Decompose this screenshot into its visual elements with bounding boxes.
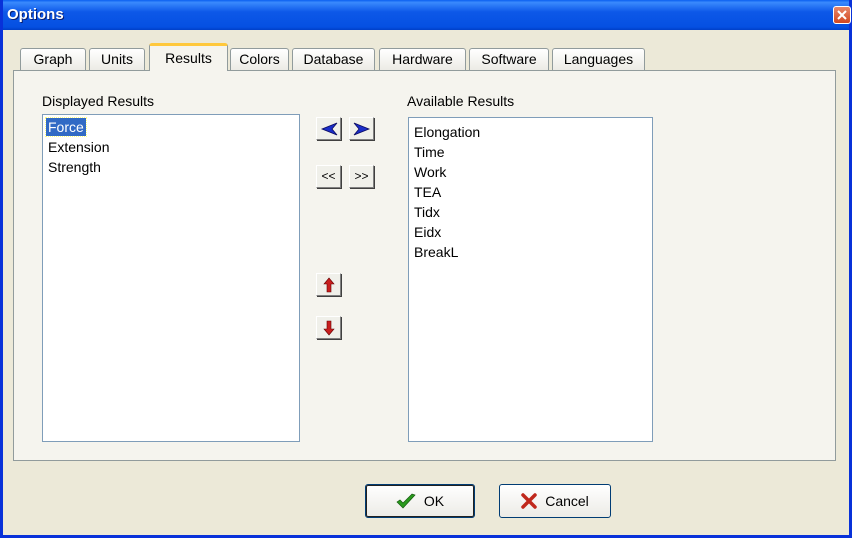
list-item-force[interactable]: Force: [45, 117, 87, 137]
list-item-eidx[interactable]: Eidx: [414, 223, 441, 241]
ok-button[interactable]: OK: [365, 484, 475, 518]
tab-graph[interactable]: Graph: [20, 48, 86, 70]
available-results-label: Available Results: [407, 93, 515, 109]
tab-colors[interactable]: Colors: [230, 48, 289, 70]
ok-label: OK: [423, 493, 445, 509]
tab-units[interactable]: Units: [89, 48, 145, 70]
list-item-tidx[interactable]: Tidx: [414, 203, 440, 221]
tab-languages[interactable]: Languages: [552, 48, 645, 70]
list-item-tea[interactable]: TEA: [414, 183, 441, 201]
list-item-time[interactable]: Time: [414, 143, 445, 161]
tab-database[interactable]: Database: [292, 48, 375, 70]
list-item-work[interactable]: Work: [414, 163, 446, 181]
available-results-list[interactable]: Elongation Time Work TEA Tidx Eidx Break…: [408, 117, 653, 442]
cancel-button[interactable]: Cancel: [499, 484, 611, 518]
list-item-elongation[interactable]: Elongation: [414, 123, 480, 141]
tab-hardware[interactable]: Hardware: [379, 48, 466, 70]
window-title: Options: [7, 6, 64, 23]
displayed-results-label: Displayed Results: [42, 93, 155, 109]
move-down-button[interactable]: [316, 316, 341, 339]
arrow-right-icon: [353, 122, 370, 135]
list-item-strength[interactable]: Strength: [48, 158, 101, 176]
arrow-up-icon: [322, 277, 335, 292]
close-icon: [837, 10, 847, 20]
title-bar[interactable]: Options: [3, 0, 851, 30]
list-item-breakl[interactable]: BreakL: [414, 243, 458, 261]
arrow-down-icon: [322, 320, 335, 335]
options-dialog: Options Graph Units Results Colors Datab…: [0, 0, 852, 538]
move-up-button[interactable]: [316, 273, 341, 296]
tab-results[interactable]: Results: [149, 43, 228, 71]
check-icon: [396, 493, 416, 509]
displayed-results-list[interactable]: Force Extension Strength: [42, 114, 300, 442]
arrow-left-icon: [320, 122, 337, 135]
move-all-right-button[interactable]: >>: [349, 165, 374, 188]
close-button[interactable]: [833, 6, 851, 24]
tab-software[interactable]: Software: [469, 48, 549, 70]
x-icon: [521, 493, 537, 509]
move-right-button[interactable]: [349, 117, 374, 140]
cancel-label: Cancel: [545, 493, 589, 509]
move-left-button[interactable]: [316, 117, 341, 140]
list-item-extension[interactable]: Extension: [48, 138, 109, 156]
move-all-left-button[interactable]: <<: [316, 165, 341, 188]
results-tab-panel: Displayed Results Force Extension Streng…: [13, 70, 836, 461]
